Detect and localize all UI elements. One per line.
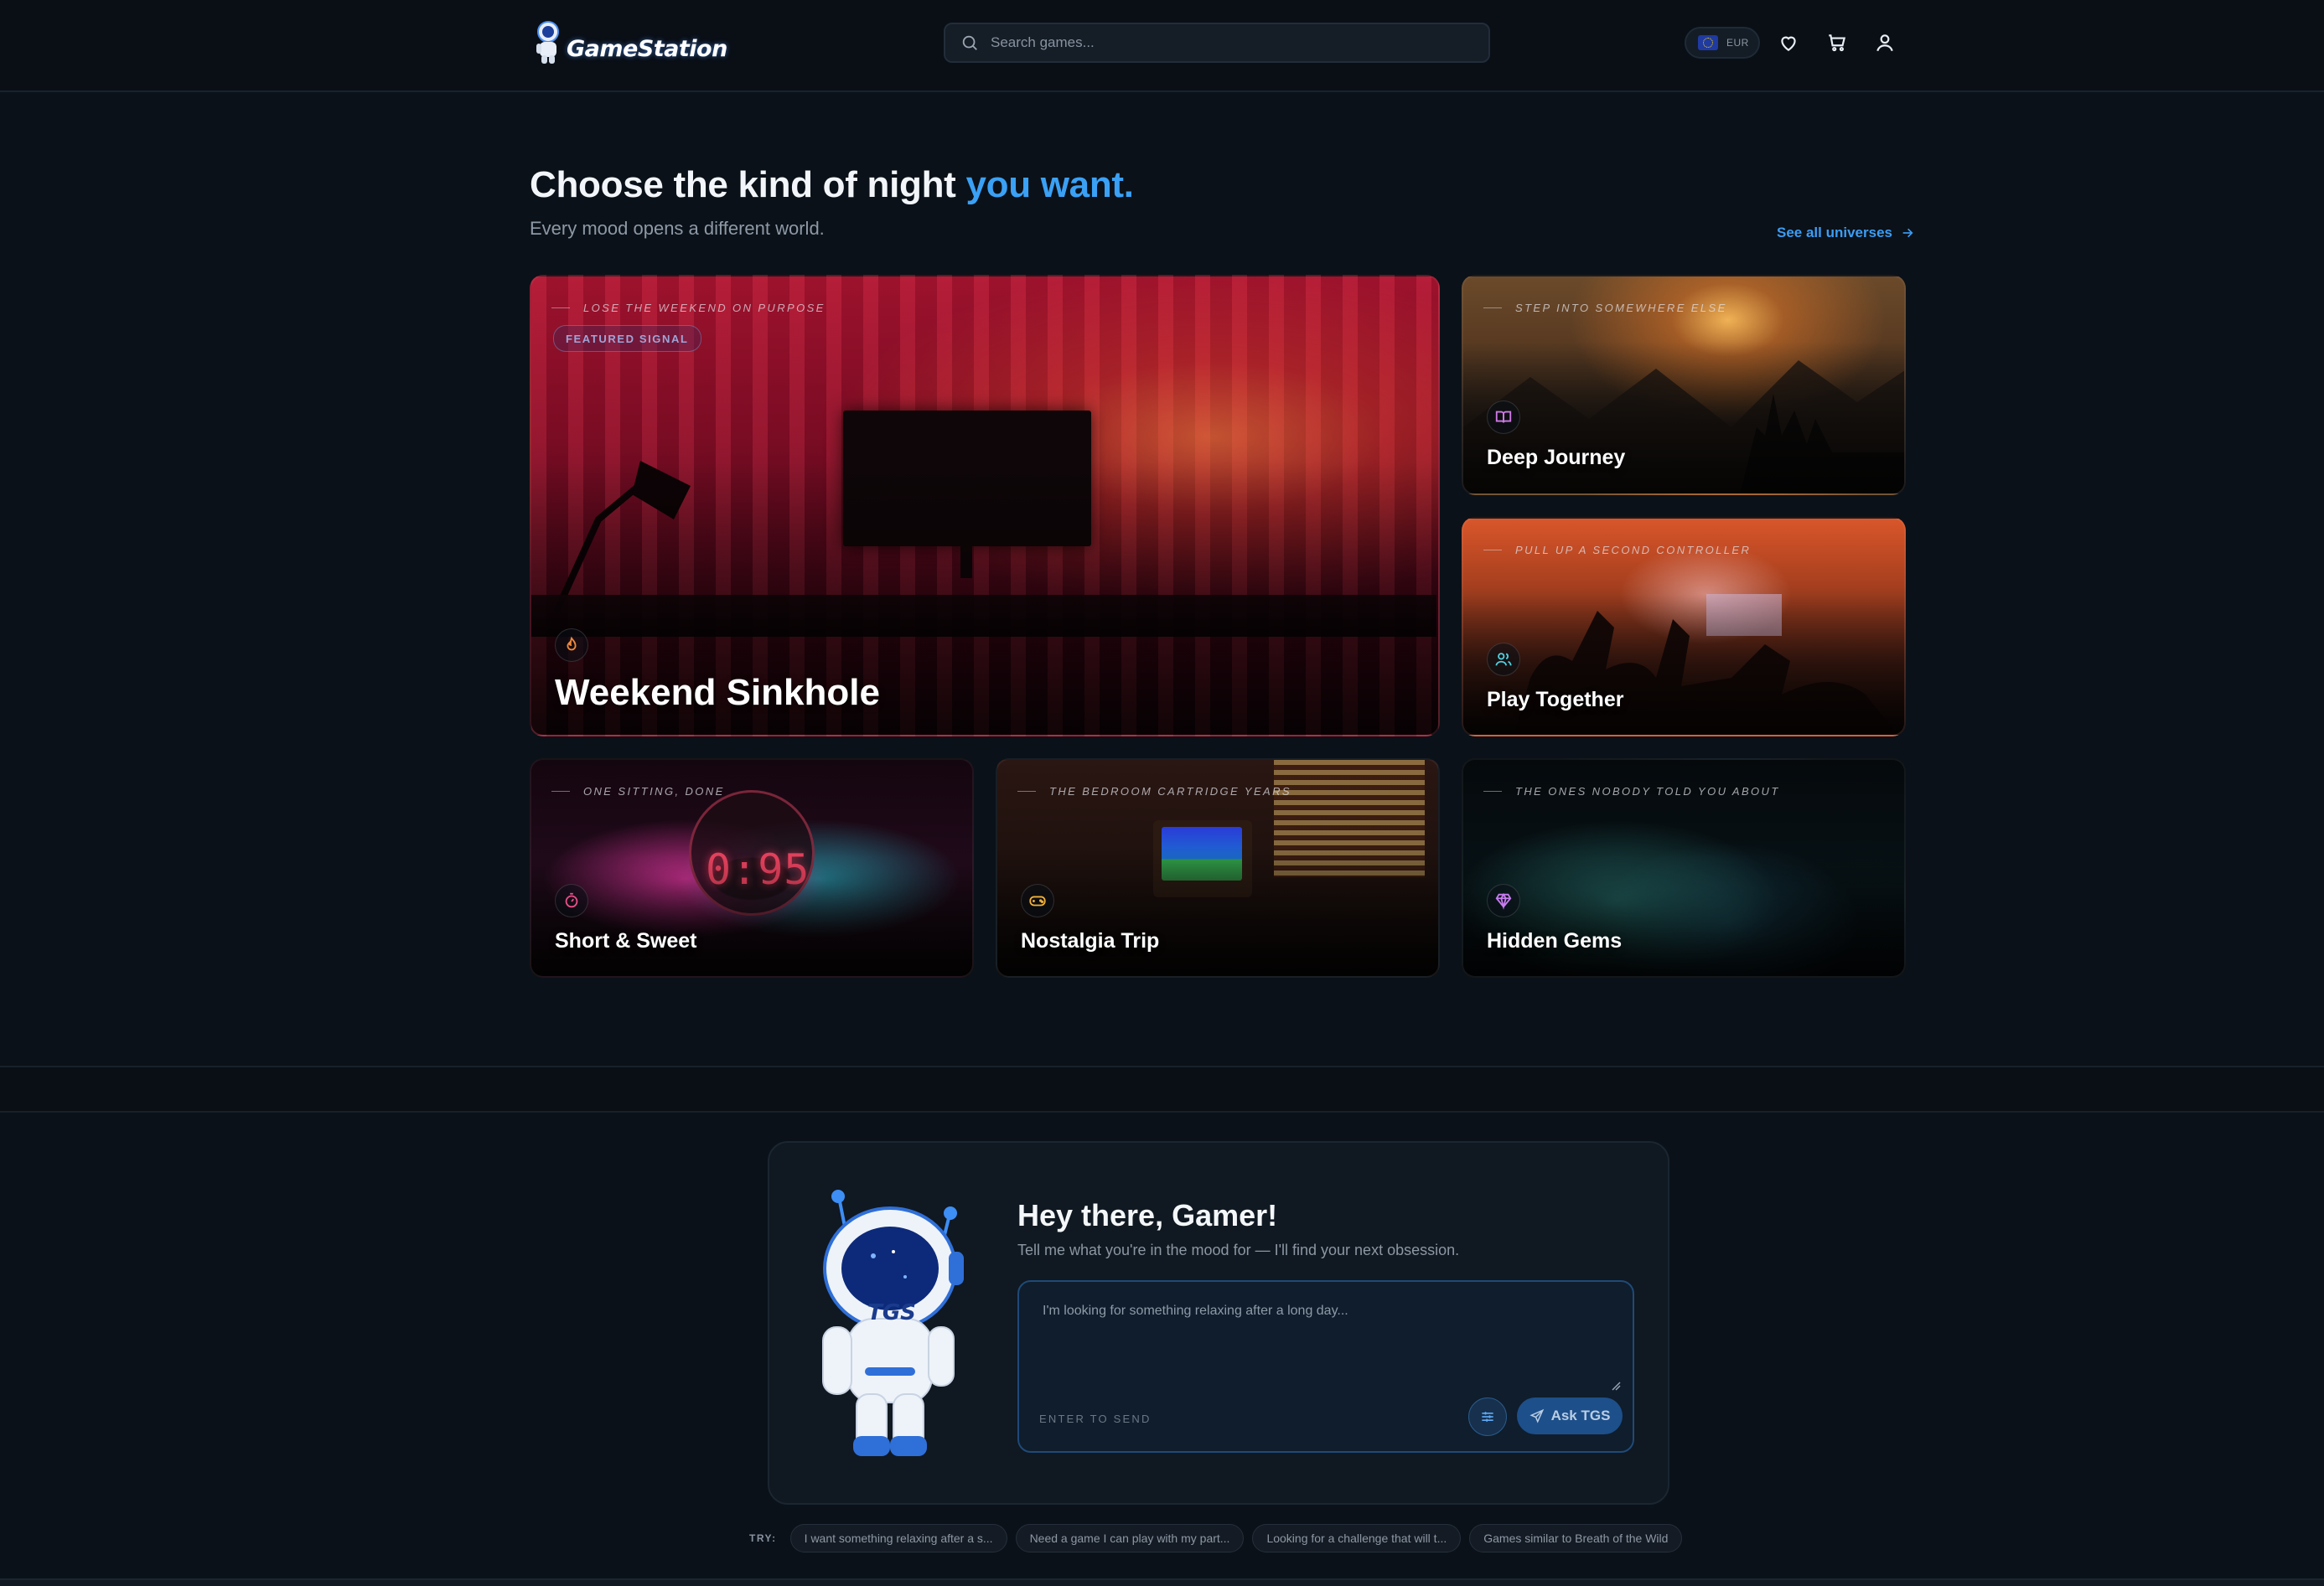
monitor-stand (960, 545, 972, 578)
desk-silhouette (531, 595, 1436, 637)
see-all-label: See all universes (1777, 225, 1892, 240)
footer-edge (0, 1578, 2324, 1586)
enter-to-send-hint: ENTER TO SEND (1039, 1413, 1152, 1425)
card-title: Short & Sweet (555, 929, 697, 953)
sliders-icon (1482, 1412, 1493, 1422)
suggestion-row: TRY: I want something relaxing after a s… (749, 1523, 1690, 1553)
send-icon (1529, 1408, 1544, 1423)
desk-lamp-silhouette (553, 461, 691, 612)
page-subtitle: Every mood opens a different world. (530, 218, 825, 239)
suggestion-chip[interactable]: I want something relaxing after a s... (789, 1524, 1007, 1552)
see-all-universes-link[interactable]: See all universes (1777, 225, 1914, 241)
heart-icon (1781, 36, 1796, 51)
card-title: Play Together (1487, 688, 1624, 711)
mood-card-nostalgia-trip[interactable]: THE BEDROOM CARTRIDGE YEARS Nostalgia Tr… (996, 758, 1440, 978)
ask-tgs-label: Ask TGS (1550, 1408, 1611, 1423)
brand-name: GameStation (567, 35, 727, 62)
mood-card-weekend-sinkhole[interactable]: LOSE THE WEEKEND ON PURPOSE FEATURED SIG… (530, 275, 1440, 736)
currency-selector[interactable]: EUR (1685, 27, 1760, 59)
try-label: TRY: (749, 1532, 777, 1544)
card-icon-badge (1487, 643, 1520, 676)
currency-code: EUR (1726, 37, 1749, 49)
headline-text: Choose the kind of night (530, 164, 966, 205)
astronaut-logo-icon (531, 18, 568, 67)
featured-signal-badge: FEATURED SIGNAL (553, 325, 701, 352)
card-title: Hidden Gems (1487, 929, 1623, 953)
assistant-panel: TGS Hey there, Gamer! Tell me what you'r… (768, 1141, 1669, 1505)
assistant-prompt-input[interactable] (1041, 1302, 1614, 1386)
card-icon-badge (1487, 884, 1520, 917)
resize-handle-icon[interactable] (1611, 1381, 1621, 1391)
wishlist-button[interactable] (1778, 32, 1799, 54)
assistant-prompt-box: ENTER TO SEND Ask TGS (1017, 1280, 1634, 1453)
suggestion-chip[interactable]: Need a game I can play with my part... (1015, 1524, 1245, 1552)
account-button[interactable] (1874, 32, 1896, 54)
card-icon-badge (555, 628, 588, 662)
users-icon (1495, 653, 1512, 666)
card-title: Deep Journey (1487, 446, 1626, 469)
mood-card-deep-journey[interactable]: STEP INTO SOMEWHERE ELSE Deep Journey (1462, 275, 1906, 495)
suggestion-chip[interactable]: Looking for a challenge that will t... (1252, 1524, 1462, 1552)
gem-icon (1495, 892, 1512, 910)
page-headline: Choose the kind of night you want. (530, 164, 1134, 206)
mood-card-play-together[interactable]: PULL UP A SECOND CONTROLLER Play Togethe… (1462, 517, 1906, 736)
headline-accent: you want. (965, 164, 1134, 205)
arrow-right-icon (1902, 228, 1913, 238)
mood-card-short-and-sweet[interactable]: 0:95 ONE SITTING, DONE Short & Sweet (530, 758, 974, 978)
card-eyebrow: STEP INTO SOMEWHERE ELSE (1483, 302, 1727, 314)
flame-icon (567, 636, 577, 651)
assistant-title: Hey there, Gamer! (1017, 1198, 1278, 1232)
section-divider-band (0, 1066, 2324, 1113)
card-eyebrow: PULL UP A SECOND CONTROLLER (1483, 544, 1751, 556)
card-title: Weekend Sinkhole (555, 672, 880, 713)
mascot-chest-label: TGS (867, 1300, 916, 1325)
search-icon (962, 35, 977, 50)
assistant-subtitle: Tell me what you're in the mood for — I'… (1017, 1242, 1460, 1258)
card-eyebrow: THE BEDROOM CARTRIDGE YEARS (1017, 785, 1291, 798)
eu-flag-icon (1698, 35, 1718, 50)
card-eyebrow: LOSE THE WEEKEND ON PURPOSE (551, 302, 826, 314)
filters-button[interactable] (1468, 1397, 1507, 1436)
timer-display: 0:95 (706, 845, 810, 894)
card-eyebrow: THE ONES NOBODY TOLD YOU ABOUT (1483, 785, 1780, 798)
suggestion-chip[interactable]: Games similar to Breath of the Wild (1469, 1524, 1683, 1552)
card-title: Nostalgia Trip (1021, 929, 1160, 953)
book-open-icon (1495, 411, 1512, 423)
cart-button[interactable] (1826, 32, 1848, 54)
user-icon (1876, 34, 1893, 52)
search-bar[interactable] (944, 23, 1490, 63)
top-navigation-bar: GameStation EUR (0, 0, 2324, 92)
brand-logo[interactable]: GameStation (531, 17, 727, 69)
crt-tv-screen (1162, 827, 1242, 881)
timer-ring (689, 790, 815, 916)
mood-card-hidden-gems[interactable]: THE ONES NOBODY TOLD YOU ABOUT Hidden Ge… (1462, 758, 1906, 978)
cart-icon (1829, 34, 1846, 52)
card-eyebrow: ONE SITTING, DONE (551, 785, 725, 798)
friends-silhouette (1514, 594, 1898, 735)
card-icon-badge (555, 884, 588, 917)
crt-tv (1153, 820, 1252, 897)
monitor-silhouette (843, 411, 1091, 546)
card-icon-badge (1021, 884, 1054, 917)
timer-icon (565, 892, 578, 908)
search-input[interactable] (989, 34, 1462, 52)
card-icon-badge (1487, 400, 1520, 434)
gamepad-icon (1029, 896, 1046, 907)
ask-tgs-button[interactable]: Ask TGS (1517, 1397, 1623, 1434)
